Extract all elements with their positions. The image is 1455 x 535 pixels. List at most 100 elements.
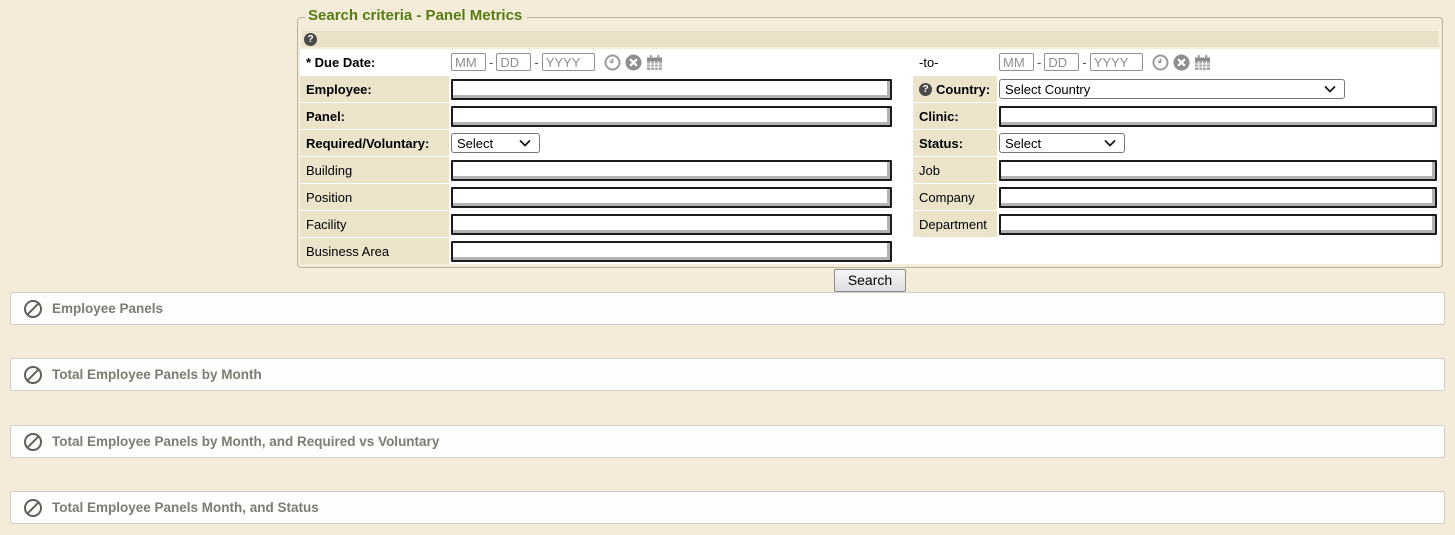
due-date-from-year-input[interactable] [542,53,595,71]
date-separator: - [489,55,493,70]
field-cell [997,184,1440,210]
no-data-icon [23,432,43,452]
help-icon[interactable]: ? [304,33,317,46]
label-to: -to- [913,49,997,75]
label-employee: Employee: [300,76,449,102]
search-criteria-panel: Search criteria - Panel Metrics ? * Due … [297,17,1443,268]
label-text: Building [306,163,352,178]
selected-value: Select [457,136,493,151]
chevron-down-icon [1103,137,1117,149]
section-total-employee-panels-by-month-and-required-vs-voluntary[interactable]: Total Employee Panels by Month, and Requ… [10,425,1445,458]
label-text: Department [919,217,987,232]
help-bar: ? [302,31,1438,47]
field-cell [997,157,1440,183]
empty-label-cell [913,238,997,264]
due-date-from-icons [604,54,663,71]
spacer-cell [894,157,913,183]
label-company: Company [913,184,997,210]
label-text: Required/Voluntary: [306,136,429,151]
facility-input[interactable] [451,214,892,235]
field-cell [449,184,894,210]
field-cell: -- [997,49,1440,75]
field-cell: -- [449,49,894,75]
label-business-area: Business Area [300,238,449,264]
date-separator: - [1082,55,1086,70]
label-status: Status: [913,130,997,156]
position-input[interactable] [451,187,892,208]
label-text: Panel: [306,109,345,124]
business-area-input[interactable] [451,241,892,262]
date-separator: - [534,55,538,70]
due-date-to-month-input[interactable] [999,53,1034,71]
field-cell [449,211,894,237]
field-cell [449,76,894,102]
due-date-from-month-input[interactable] [451,53,486,71]
label-text: Job [919,163,940,178]
department-input[interactable] [999,214,1437,235]
company-input[interactable] [999,187,1437,208]
field-cell [449,157,894,183]
spacer-cell [894,103,913,129]
field-cell: Select [449,130,894,156]
search-button[interactable]: Search [834,269,906,292]
field-cell [449,103,894,129]
section-title: Employee Panels [52,301,163,316]
country-select[interactable]: Select Country [999,79,1345,99]
calendar-icon[interactable] [1194,54,1211,71]
calendar-icon[interactable] [646,54,663,71]
selected-value: Select Country [1005,82,1090,97]
due-date-to-widget: -- [999,53,1211,71]
date-separator: - [1037,55,1041,70]
label-text: Clinic: [919,109,959,124]
label-department: Department [913,211,997,237]
chevron-down-icon [518,137,532,149]
spacer-cell [894,184,913,210]
status-select[interactable]: Select [999,133,1125,153]
label-due-date: * Due Date: [300,49,449,75]
field-cell: Select [997,130,1440,156]
section-title: Total Employee Panels by Month [52,367,262,382]
empty-field-cell [997,238,1440,264]
label-text: Position [306,190,352,205]
spacer-cell [894,76,913,102]
job-input[interactable] [999,160,1437,181]
label-panel: Panel: [300,103,449,129]
spacer-cell [894,211,913,237]
building-input[interactable] [451,160,892,181]
clear-icon[interactable] [625,54,642,71]
no-data-icon [23,498,43,518]
employee-input[interactable] [451,79,892,100]
field-cell [997,211,1440,237]
field-cell [997,103,1440,129]
clock-icon[interactable] [604,54,621,71]
field-cell: Select Country [997,76,1440,102]
label-required-voluntary: Required/Voluntary: [300,130,449,156]
due-date-from-widget: -- [451,53,663,71]
section-title: Total Employee Panels Month, and Status [52,500,319,515]
chevron-down-icon [1323,83,1337,95]
panel-input[interactable] [451,106,892,127]
spacer-cell [894,238,913,264]
help-icon[interactable]: ? [919,83,932,96]
label-text: * Due Date: [306,55,375,70]
due-date-to-year-input[interactable] [1090,53,1143,71]
spacer-cell [894,49,913,75]
label-text: Company [919,190,975,205]
label-building: Building [300,157,449,183]
spacer-cell [894,130,913,156]
field-cell [449,238,894,264]
section-employee-panels[interactable]: Employee Panels [10,292,1445,325]
selected-value: Select [1005,136,1041,151]
clear-icon[interactable] [1173,54,1190,71]
clock-icon[interactable] [1152,54,1169,71]
label-text: -to- [919,55,939,70]
section-total-employee-panels-by-month[interactable]: Total Employee Panels by Month [10,358,1445,391]
clinic-input[interactable] [999,106,1437,127]
required-voluntary-select[interactable]: Select [451,133,540,153]
label-text: Business Area [306,244,389,259]
search-form: * Due Date:---to---Employee:?Country:Sel… [300,49,1440,264]
due-date-to-day-input[interactable] [1044,53,1079,71]
label-text: Country: [936,82,990,97]
due-date-from-day-input[interactable] [496,53,531,71]
section-total-employee-panels-month-and-status[interactable]: Total Employee Panels Month, and Status [10,491,1445,524]
